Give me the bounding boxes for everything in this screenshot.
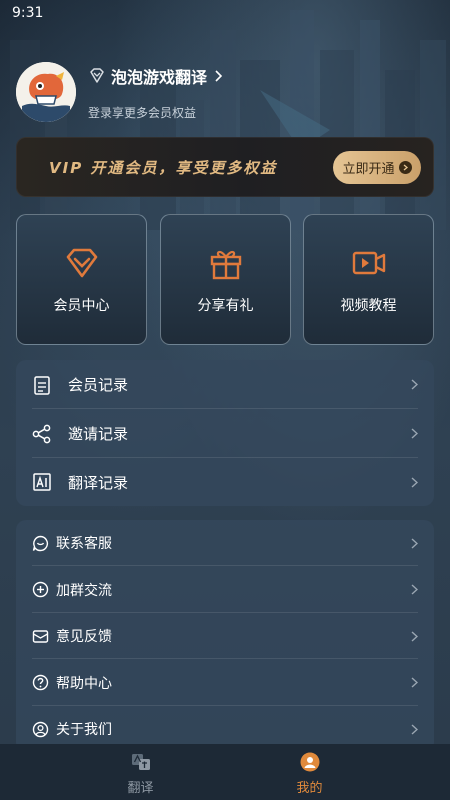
username-row[interactable]: 泡泡游戏翻译: [88, 64, 223, 88]
mascot-avatar-icon[interactable]: [16, 62, 76, 122]
tab-label: 我的: [296, 781, 323, 796]
diamond-icon: [66, 248, 97, 278]
chevron-right-icon: [215, 70, 223, 82]
records-panel: 会员记录 邀请记录 翻译记录: [16, 360, 434, 506]
chevron-right-icon: [411, 537, 418, 549]
chevron-right-icon: [411, 677, 418, 688]
profile-subtitle: 登录享更多会员权益: [88, 106, 197, 120]
card-share-gift[interactable]: 分享有礼: [160, 214, 291, 345]
card-label: 视频教程: [340, 298, 397, 314]
share-icon: [32, 424, 51, 443]
chevron-right-icon: [411, 630, 418, 642]
diamond-icon: [90, 68, 104, 83]
chat-icon: [32, 535, 49, 551]
card-video-tutorial[interactable]: 视频教程: [303, 214, 434, 345]
list-item-label: 会员记录: [68, 376, 129, 394]
clipboard-icon: [34, 375, 50, 395]
list-item-feedback[interactable]: 意见反馈: [16, 613, 434, 659]
vip-open-button-label: 立即开通: [342, 162, 395, 177]
list-item-help-center[interactable]: 帮助中心: [16, 659, 434, 706]
user-circle-icon: [32, 721, 49, 737]
list-item-join-group[interactable]: 加群交流: [16, 566, 434, 613]
chevron-right-icon: [411, 476, 418, 488]
chevron-right-icon: [411, 584, 418, 595]
vip-banner[interactable]: VIP 开通会员，享受更多权益 立即开通: [16, 137, 434, 197]
list-item-label: 关于我们: [56, 722, 112, 738]
tab-profile[interactable]: 我的: [197, 744, 422, 800]
translate-icon: [131, 754, 150, 770]
status-bar: 9:31: [0, 0, 450, 26]
list-item-label: 翻译记录: [68, 473, 129, 492]
list-item-translate-records[interactable]: 翻译记录: [16, 458, 434, 506]
list-item-label: 联系客服: [56, 536, 112, 552]
feedback-icon: [32, 629, 49, 643]
status-time: 9:31: [12, 5, 44, 21]
arrow-right-icon: [398, 161, 412, 174]
chevron-right-icon: [411, 428, 418, 439]
chevron-right-icon: [411, 379, 418, 390]
gift-icon: [210, 250, 241, 280]
video-icon: [352, 251, 385, 275]
list-item-label: 帮助中心: [56, 675, 112, 692]
card-vip-center[interactable]: 会员中心: [16, 214, 147, 345]
list-item-label: 意见反馈: [56, 629, 112, 645]
profile-icon: [300, 752, 319, 772]
help-icon: [32, 674, 49, 691]
username: 泡泡游戏翻译: [111, 68, 208, 87]
list-item-label: 邀请记录: [68, 425, 129, 443]
support-panel: 联系客服 加群交流 意见反馈 帮助中心 关于我们: [16, 520, 434, 752]
card-label: 分享有礼: [197, 298, 254, 314]
card-label: 会员中心: [53, 298, 110, 314]
list-item-invite-records[interactable]: 邀请记录: [16, 409, 434, 458]
profile-header[interactable]: 泡泡游戏翻译 登录享更多会员权益: [16, 62, 436, 124]
list-item-contact-service[interactable]: 联系客服: [16, 520, 434, 566]
translate-doc-icon: [33, 473, 51, 491]
vip-banner-text: VIP 开通会员，享受更多权益: [49, 159, 278, 177]
chevron-right-icon: [411, 723, 418, 735]
list-item-vip-records[interactable]: 会员记录: [16, 360, 434, 409]
vip-open-button[interactable]: 立即开通: [333, 151, 421, 184]
plus-circle-icon: [32, 581, 49, 598]
list-item-label: 加群交流: [56, 582, 112, 599]
bottom-tab-bar: 翻译 我的: [0, 744, 450, 800]
